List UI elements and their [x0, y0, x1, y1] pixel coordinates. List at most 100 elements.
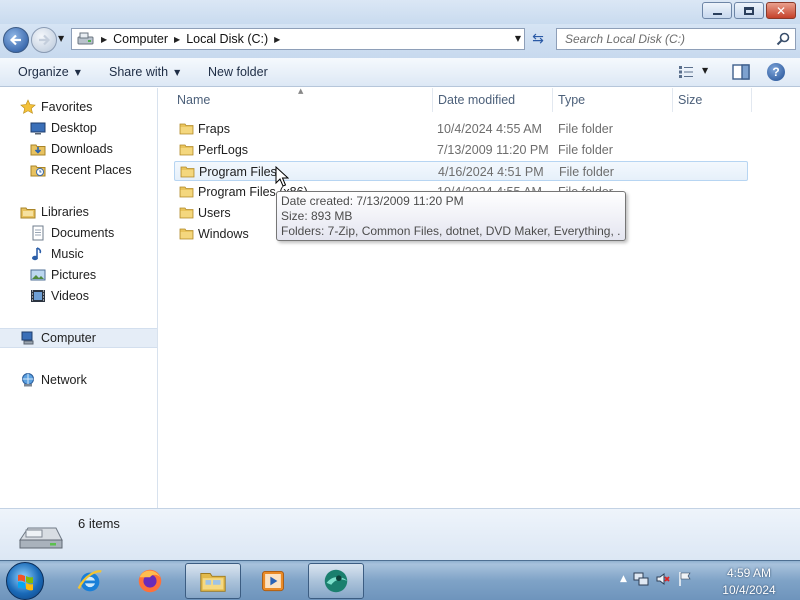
column-divider[interactable] [432, 88, 433, 112]
breadcrumb-separator-icon[interactable]: ▶ [101, 35, 107, 44]
nav-network[interactable]: Network [20, 370, 157, 390]
nav-favorites[interactable]: Favorites [20, 97, 157, 117]
volume-muted-icon[interactable] [655, 571, 671, 587]
nav-pictures[interactable]: Pictures [30, 265, 157, 285]
share-with-button[interactable]: Share with ▼ [109, 65, 180, 79]
taskbar-windows-explorer[interactable] [185, 563, 241, 599]
column-divider[interactable] [751, 88, 752, 112]
breadcrumb-separator-icon[interactable]: ▶ [274, 35, 280, 44]
taskbar-app-active[interactable] [308, 563, 364, 599]
network-icon [22, 373, 34, 387]
windows-logo-icon [18, 574, 33, 591]
restore-icon [744, 6, 754, 15]
firefox-icon [138, 569, 162, 593]
file-row[interactable]: Fraps 10/4/2024 4:55 AM File folder [174, 119, 748, 139]
refresh-button[interactable]: ⇆ [528, 30, 548, 48]
nav-libraries-label: Libraries [41, 205, 89, 219]
file-date: 4/16/2024 4:51 PM [438, 165, 544, 179]
start-button[interactable] [6, 562, 44, 600]
column-header-name[interactable]: Name [177, 93, 210, 107]
windows-explorer-icon [200, 573, 226, 592]
column-header-size[interactable]: Size [678, 93, 702, 107]
column-divider[interactable] [552, 88, 553, 112]
view-options-dropdown-icon[interactable]: ▼ [702, 66, 708, 75]
action-center-flag-icon[interactable] [677, 571, 693, 587]
breadcrumb-separator-icon[interactable]: ▶ [174, 35, 180, 44]
folder-icon [180, 166, 195, 178]
clock[interactable]: 4:59 AM 10/4/2024 [712, 565, 786, 599]
desktop-icon [30, 122, 46, 135]
tooltip-size: Size: 893 MB [281, 209, 353, 223]
nav-downloads-label: Downloads [51, 142, 113, 156]
organize-button[interactable]: Organize ▼ [18, 65, 81, 79]
taskbar-media-player[interactable] [245, 563, 301, 599]
nav-libraries[interactable]: Libraries [20, 202, 157, 222]
file-row[interactable]: PerfLogs 7/13/2009 11:20 PM File folder [174, 140, 748, 160]
pictures-icon [30, 269, 46, 281]
downloads-folder-icon [30, 144, 46, 156]
close-icon: ✕ [775, 3, 787, 18]
address-bar[interactable]: ▶ Computer ▶ Local Disk (C:) ▶ ▼ [71, 28, 525, 50]
new-folder-button[interactable]: New folder [208, 65, 268, 79]
column-divider[interactable] [672, 88, 673, 112]
share-with-label: Share with [109, 65, 169, 79]
preview-pane-icon[interactable] [732, 64, 750, 80]
minimize-icon [712, 12, 722, 15]
back-button[interactable] [3, 27, 29, 53]
file-name: Users [198, 206, 231, 220]
nav-videos[interactable]: Videos [30, 286, 157, 306]
breadcrumb-computer[interactable]: Computer [113, 32, 168, 46]
nav-music[interactable]: Music [30, 244, 157, 264]
refresh-icon: ⇆ [532, 31, 544, 47]
organize-label: Organize [18, 65, 69, 79]
change-view-icon[interactable] [678, 65, 694, 79]
network-tray-icon[interactable] [633, 571, 649, 587]
nav-recent-places[interactable]: Recent Places [30, 160, 157, 180]
search-icon[interactable] [775, 31, 791, 47]
nav-downloads[interactable]: Downloads [30, 139, 157, 159]
nav-desktop-label: Desktop [51, 121, 97, 135]
nav-desktop[interactable]: Desktop [30, 118, 157, 138]
nav-computer-label: Computer [41, 331, 96, 345]
search-input[interactable] [557, 32, 775, 46]
mouse-cursor-icon [275, 166, 289, 187]
nav-computer[interactable]: Computer [0, 328, 157, 348]
videos-film-icon [31, 290, 45, 302]
internet-explorer-icon [77, 570, 102, 592]
file-name: Program Files [199, 165, 277, 179]
item-count: 6 items [78, 516, 120, 531]
forward-arrow-icon [39, 34, 51, 46]
nav-network-label: Network [41, 373, 87, 387]
command-bar: Organize ▼ Share with ▼ New folder ▼ ? [0, 58, 800, 87]
folder-info-tooltip: Date created: 7/13/2009 11:20 PM Size: 8… [276, 191, 626, 241]
window-controls: ✕ [702, 2, 796, 19]
search-box[interactable] [556, 28, 796, 50]
music-note-icon [32, 247, 42, 261]
minimize-button[interactable] [702, 2, 732, 19]
file-row[interactable]: Program Files 4/16/2024 4:51 PM File fol… [174, 161, 748, 181]
chevron-down-icon: ▼ [174, 67, 181, 77]
column-header-date-modified[interactable]: Date modified [438, 93, 515, 107]
taskbar-firefox[interactable] [122, 563, 178, 599]
chevron-down-icon: ▼ [74, 67, 81, 77]
forward-button[interactable] [31, 27, 57, 53]
media-player-icon [262, 570, 284, 592]
sort-indicator-icon: ▲ [298, 87, 304, 95]
address-history-dropdown-icon[interactable]: ▼ [515, 34, 521, 43]
tooltip-folders: Folders: 7-Zip, Common Files, dotnet, DV… [281, 224, 621, 238]
restore-button[interactable] [734, 2, 764, 19]
show-hidden-icons-icon[interactable]: ▲ [620, 574, 627, 584]
computer-drive-icon [77, 32, 94, 45]
close-button[interactable]: ✕ [766, 2, 796, 19]
help-button[interactable]: ? [767, 63, 785, 81]
taskbar-internet-explorer[interactable] [62, 563, 118, 599]
title-bar: ✕ [0, 0, 800, 24]
column-header-type[interactable]: Type [558, 93, 585, 107]
nav-favorites-label: Favorites [41, 100, 93, 114]
recent-pages-dropdown-icon[interactable]: ▼ [58, 34, 64, 43]
app-swirl-icon [324, 569, 348, 593]
file-list: ▲ Name Date modified Type Size Fraps 10/… [159, 87, 800, 508]
breadcrumb-local-disk[interactable]: Local Disk (C:) [186, 32, 268, 46]
nav-documents[interactable]: Documents [30, 223, 157, 243]
file-type: File folder [558, 143, 613, 157]
